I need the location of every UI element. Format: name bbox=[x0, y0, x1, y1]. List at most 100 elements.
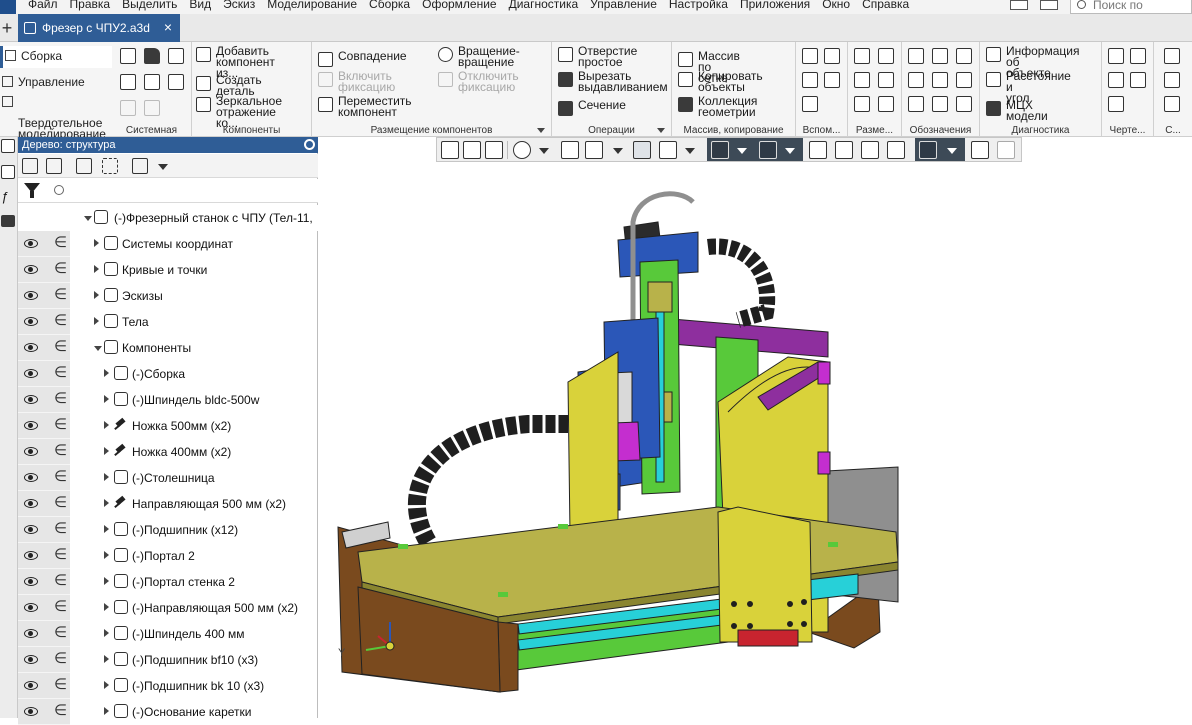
include-icon[interactable]: ∈ bbox=[54, 417, 67, 433]
tab-assembly[interactable]: Сборка bbox=[0, 46, 112, 68]
tree-row[interactable]: ∈ Ножка 400мм (x2) bbox=[18, 439, 318, 465]
menu-assembly[interactable]: Сборка bbox=[363, 0, 416, 11]
menu-edit[interactable]: Правка bbox=[64, 0, 117, 11]
wireframe-cube-icon[interactable] bbox=[659, 141, 677, 159]
eye-icon[interactable] bbox=[24, 551, 38, 560]
chevron-down-icon[interactable] bbox=[158, 164, 168, 170]
include-icon[interactable]: ∈ bbox=[54, 287, 67, 303]
collapsed-arrow-icon[interactable] bbox=[94, 265, 99, 273]
table-icon[interactable] bbox=[1108, 96, 1124, 112]
measure-icon[interactable] bbox=[971, 141, 989, 159]
menu-view[interactable]: Вид bbox=[183, 0, 217, 11]
plane-icon[interactable] bbox=[802, 48, 818, 64]
include-icon[interactable]: ∈ bbox=[54, 677, 67, 693]
save-all-icon[interactable] bbox=[168, 74, 184, 90]
model-viewport[interactable]: Y bbox=[318, 162, 1192, 718]
chevron-down-icon[interactable] bbox=[685, 148, 695, 154]
include-icon[interactable]: ∈ bbox=[54, 547, 67, 563]
eye-icon[interactable] bbox=[24, 317, 38, 326]
include-icon[interactable]: ∈ bbox=[54, 365, 67, 381]
include-icon[interactable]: ∈ bbox=[54, 235, 67, 251]
collapsed-arrow-icon[interactable] bbox=[104, 447, 109, 455]
normal-view-icon[interactable] bbox=[485, 141, 503, 159]
tree-row[interactable]: ∈ (-)Основание каретки bbox=[18, 699, 318, 725]
gear-icon[interactable] bbox=[304, 139, 315, 150]
link-icon[interactable] bbox=[1164, 96, 1180, 112]
eye-icon[interactable] bbox=[24, 655, 38, 664]
tree-root-row[interactable]: (-)Фрезерный станок с ЧПУ (Тел-11, bbox=[18, 205, 318, 231]
command-search-input[interactable]: Поиск по команде bbox=[1070, 0, 1192, 14]
orient-icon[interactable] bbox=[585, 141, 603, 159]
tree-row[interactable]: ∈ Кривые и точки bbox=[18, 257, 318, 283]
tree-row[interactable]: ∈ Ножка 500мм (x2) bbox=[18, 413, 318, 439]
collapsed-arrow-icon[interactable] bbox=[104, 707, 109, 715]
shaded-cube-icon[interactable] bbox=[633, 141, 651, 159]
tree-row[interactable]: ∈ (-)Направляющая 500 мм (x2) bbox=[18, 595, 318, 621]
redo-icon[interactable] bbox=[144, 100, 160, 116]
menu-file[interactable]: Файл bbox=[22, 0, 64, 11]
tree-panel-icon[interactable] bbox=[1, 139, 15, 153]
include-icon[interactable]: ∈ bbox=[54, 313, 67, 329]
chevron-down-icon[interactable] bbox=[785, 148, 795, 154]
eye-icon[interactable] bbox=[24, 395, 38, 404]
mark-icon[interactable] bbox=[956, 72, 972, 88]
search-icon[interactable] bbox=[54, 185, 64, 195]
menu-management[interactable]: Управление bbox=[584, 0, 663, 11]
include-icon[interactable]: ∈ bbox=[54, 703, 67, 719]
diameter-dim-icon[interactable] bbox=[878, 72, 894, 88]
menu-layout[interactable]: Оформление bbox=[416, 0, 502, 11]
curve-icon[interactable] bbox=[802, 96, 818, 112]
collapsed-arrow-icon[interactable] bbox=[104, 395, 109, 403]
hide-icon[interactable] bbox=[711, 141, 729, 159]
menu-select[interactable]: Выделить bbox=[116, 0, 183, 11]
print-icon[interactable] bbox=[120, 74, 136, 90]
tree-row[interactable]: ∈ (-)Сборка bbox=[18, 361, 318, 387]
tree-row[interactable]: ∈ Эскизы bbox=[18, 283, 318, 309]
include-icon[interactable]: ∈ bbox=[54, 573, 67, 589]
eye-icon[interactable] bbox=[24, 265, 38, 274]
eye-icon[interactable] bbox=[24, 239, 38, 248]
chevron-down-icon[interactable] bbox=[613, 148, 623, 154]
eye-icon[interactable] bbox=[24, 499, 38, 508]
include-icon[interactable]: ∈ bbox=[54, 599, 67, 615]
eye-icon[interactable] bbox=[24, 473, 38, 482]
weld-icon[interactable] bbox=[932, 72, 948, 88]
eye-icon[interactable] bbox=[24, 707, 38, 716]
save-icon[interactable] bbox=[168, 48, 184, 64]
dropdown-icon[interactable] bbox=[537, 128, 545, 133]
collapsed-arrow-icon[interactable] bbox=[104, 655, 109, 663]
include-icon[interactable]: ∈ bbox=[54, 495, 67, 511]
tree-filter-bar[interactable] bbox=[18, 179, 318, 203]
display-settings-icon[interactable] bbox=[835, 141, 853, 159]
collapsed-arrow-icon[interactable] bbox=[104, 473, 109, 481]
tolerance-icon[interactable] bbox=[908, 72, 924, 88]
zoom-fit-icon[interactable] bbox=[441, 141, 459, 159]
tree-operations-icon[interactable] bbox=[46, 158, 62, 174]
eye-icon[interactable] bbox=[24, 577, 38, 586]
dropdown-icon[interactable] bbox=[657, 128, 665, 133]
tree-sort-icon[interactable] bbox=[132, 158, 148, 174]
new-document-button[interactable]: + bbox=[0, 18, 14, 38]
eye-icon[interactable] bbox=[24, 629, 38, 638]
collapsed-arrow-icon[interactable] bbox=[104, 369, 109, 377]
collapsed-arrow-icon[interactable] bbox=[94, 291, 99, 299]
menu-sketch[interactable]: Эскиз bbox=[217, 0, 261, 11]
document-tab[interactable]: Фрезер с ЧПУ2.a3d × bbox=[18, 14, 180, 42]
eye-icon[interactable] bbox=[24, 421, 38, 430]
expand-arrow-icon[interactable] bbox=[84, 216, 92, 221]
chevron-down-icon[interactable]: ⌄ bbox=[48, 122, 56, 133]
eye-icon[interactable] bbox=[24, 447, 38, 456]
linear-dim-icon[interactable] bbox=[854, 48, 870, 64]
eye-icon[interactable] bbox=[24, 681, 38, 690]
angular-dim-icon[interactable] bbox=[854, 72, 870, 88]
thread-icon[interactable] bbox=[908, 96, 924, 112]
window-button-icon[interactable] bbox=[1010, 0, 1028, 10]
roughness-icon[interactable] bbox=[956, 48, 972, 64]
close-tab-icon[interactable]: × bbox=[164, 19, 172, 35]
parameters-icon[interactable] bbox=[1, 165, 15, 179]
arc-dim-icon[interactable] bbox=[878, 96, 894, 112]
collapsed-arrow-icon[interactable] bbox=[94, 239, 99, 247]
include-icon[interactable]: ∈ bbox=[54, 339, 67, 355]
tree-row[interactable]: ∈ (-)Подшипник bk 10 (x3) bbox=[18, 673, 318, 699]
tree-row[interactable]: ∈ Тела bbox=[18, 309, 318, 335]
